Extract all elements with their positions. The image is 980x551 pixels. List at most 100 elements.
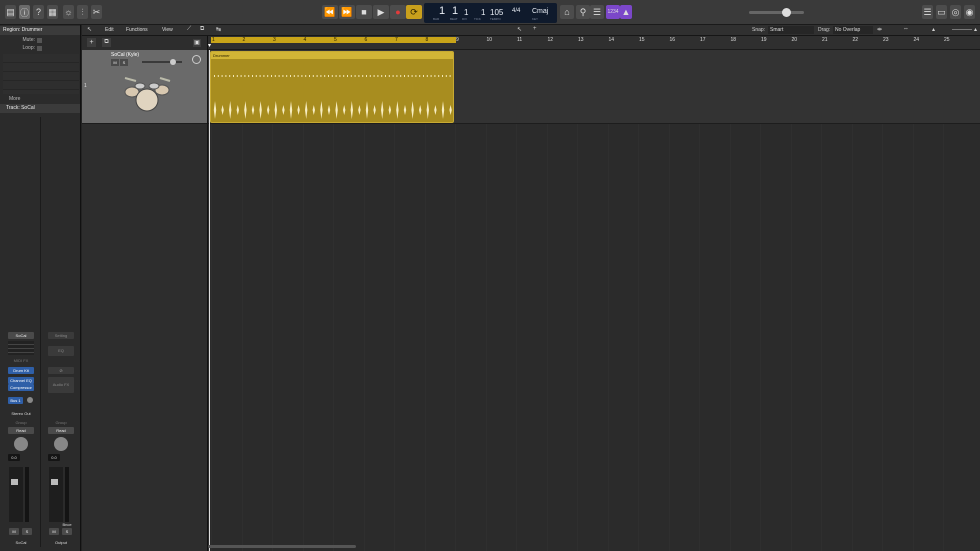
pencil-tool-icon[interactable]: + (533, 26, 537, 32)
fader-handle[interactable] (11, 479, 18, 485)
list-editors-icon[interactable]: ☰ (922, 5, 933, 19)
track-mute-button[interactable]: M (111, 59, 119, 66)
catch-icon[interactable]: ↹ (216, 26, 221, 33)
send-slot[interactable]: Bus 1 (8, 397, 23, 404)
link-icon[interactable]: ⊘ (48, 367, 74, 374)
bar-gridline (546, 50, 548, 551)
eq-slot-output[interactable]: EQ (48, 346, 74, 356)
fader-track-output[interactable] (49, 467, 63, 522)
zoom-slider-icon[interactable]: ▴ (932, 26, 935, 33)
loop-checkbox[interactable] (37, 46, 42, 51)
track-pan-knob[interactable] (192, 55, 201, 64)
setting-button-output[interactable]: Setting (48, 332, 74, 339)
solo-button-output[interactable]: S (62, 528, 72, 535)
send-knob[interactable] (27, 397, 33, 403)
solo-button[interactable]: S (22, 528, 32, 535)
cycle-button[interactable]: ⟳ (406, 5, 422, 19)
loop-browser-icon[interactable]: ◎ (950, 5, 961, 19)
lcd-display[interactable]: 1 1 1 1 105 4/4 Cmaj BAR BEAT DIV TICK T… (424, 3, 557, 23)
smart-controls-icon[interactable]: ☼ (63, 5, 74, 19)
group-slot[interactable]: Group (8, 419, 34, 426)
flex-icon[interactable]: ⧉ (200, 26, 204, 33)
view-menu[interactable]: View (162, 27, 173, 33)
stop-button[interactable]: ■ (356, 5, 372, 19)
instrument-slot[interactable]: Drum Kit (8, 367, 34, 374)
bar-gridline (424, 50, 426, 551)
automation-mode[interactable]: Read (8, 427, 34, 434)
output-slot[interactable]: Stereo Out (8, 410, 34, 417)
strip-name-label-output: Output (54, 540, 67, 545)
automation-icon[interactable]: ⟋ (187, 26, 191, 33)
fx-slot-1[interactable]: Channel EQ (8, 377, 34, 384)
eq-thumbnail[interactable] (8, 341, 34, 355)
mute-checkbox[interactable] (37, 38, 42, 43)
tuner-icon[interactable]: ⌂ (560, 5, 574, 19)
notepad-icon[interactable]: ▭ (936, 5, 947, 19)
track-name[interactable]: SoCal (Kyle) (111, 52, 139, 58)
more-disclosure[interactable]: More (2, 96, 79, 104)
region-parameters[interactable] (3, 54, 79, 94)
zoom-slider[interactable] (952, 29, 972, 30)
horizontal-scrollbar[interactable] (208, 545, 356, 548)
ruler-bar-number: 25 (944, 37, 950, 43)
functions-menu[interactable]: Functions (126, 27, 148, 33)
track-volume-slider[interactable] (142, 59, 182, 65)
lcd-signature[interactable]: 4/4 (512, 8, 520, 14)
pan-knob-output[interactable] (54, 437, 68, 451)
kick-snare-hit (343, 105, 346, 115)
midi-fx-slot[interactable]: MIDI FX (8, 357, 34, 364)
toolbar-icon[interactable]: ▦ (47, 5, 58, 19)
fader-handle-output[interactable] (51, 479, 58, 485)
track-inspector-header[interactable]: Track: SoCal (0, 104, 80, 113)
zoom-fit-icon[interactable]: ⇔ (903, 26, 909, 32)
drag-dropdown[interactable]: No Overlap (833, 26, 873, 34)
track-solo-button[interactable]: S (120, 59, 128, 66)
rewind-button[interactable]: ⏪ (322, 5, 338, 19)
count-in-button[interactable]: 1234 (606, 5, 620, 19)
bounce-button[interactable]: Bnce (60, 521, 74, 528)
master-volume-slider[interactable] (749, 8, 804, 17)
fx-slot-2[interactable]: Compressor (8, 384, 34, 391)
edit-menu[interactable]: Edit (105, 27, 114, 33)
mute-button[interactable]: M (9, 528, 19, 535)
bar-ruler[interactable]: 1 2 3 4 5 6 7 8 9 10 11 12 13 14 15 16 17 18 19 20 21 22 23 24 2… (208, 36, 980, 50)
audio-fx-slot[interactable]: Audio FX (48, 377, 74, 393)
fader-track[interactable] (9, 467, 23, 522)
lcd-key[interactable]: Cmaj (532, 8, 548, 15)
global-tracks-icon[interactable]: ▣ (193, 39, 201, 47)
master-volume-knob[interactable] (782, 8, 791, 17)
drummer-region[interactable]: Drummer (210, 51, 454, 123)
pointer-tool-icon[interactable]: ↖ (517, 26, 522, 33)
waveform-zoom-icon[interactable]: ⇹ (877, 26, 882, 33)
playhead-marker[interactable]: ▾ (208, 42, 213, 49)
track-header-socal[interactable]: 1 SoCal (Kyle) M S (82, 50, 207, 124)
volume-readout-output[interactable]: 0.0 (48, 454, 60, 461)
lcd-tempo[interactable]: 105 (490, 8, 503, 17)
back-icon[interactable]: ↖ (87, 26, 92, 33)
forward-button[interactable]: ⏩ (339, 5, 355, 19)
setting-button[interactable]: SoCal (8, 332, 34, 339)
zoom-max-icon[interactable]: ▴ (974, 26, 977, 33)
mute-button-output[interactable]: M (49, 528, 59, 535)
region-inspector-header[interactable]: Region: Drummer (0, 26, 80, 35)
group-slot-output[interactable]: Group (48, 419, 74, 426)
snap-dropdown[interactable]: Smart (768, 26, 814, 34)
automation-mode-output[interactable]: Read (48, 427, 74, 434)
pan-knob[interactable] (14, 437, 28, 451)
help-icon[interactable]: ? (33, 5, 44, 19)
record-button[interactable]: ● (390, 5, 406, 19)
track-volume-knob[interactable] (170, 59, 176, 65)
mixer-icon[interactable]: ⫶ (77, 5, 88, 19)
inspector-icon[interactable]: ⓘ (19, 5, 30, 19)
play-button[interactable]: ▶ (373, 5, 389, 19)
solo-mode-icon[interactable]: ⚲ (576, 5, 590, 19)
metronome-icon[interactable]: ▲ (620, 5, 632, 19)
duplicate-track-icon[interactable]: ⧉ (102, 38, 111, 47)
library-icon[interactable]: ▤ (5, 5, 16, 19)
add-track-button[interactable]: + (87, 38, 96, 47)
browser-icon[interactable]: ◉ (964, 5, 975, 19)
list-icon[interactable]: ☰ (590, 5, 604, 19)
volume-readout[interactable]: 0.0 (8, 454, 20, 461)
editors-icon[interactable]: ✂ (91, 5, 102, 19)
arrange-area[interactable]: 1 2 3 4 5 6 7 8 9 10 11 12 13 14 15 16 17 18 19 20 21 22 23 24 2… (208, 36, 980, 551)
